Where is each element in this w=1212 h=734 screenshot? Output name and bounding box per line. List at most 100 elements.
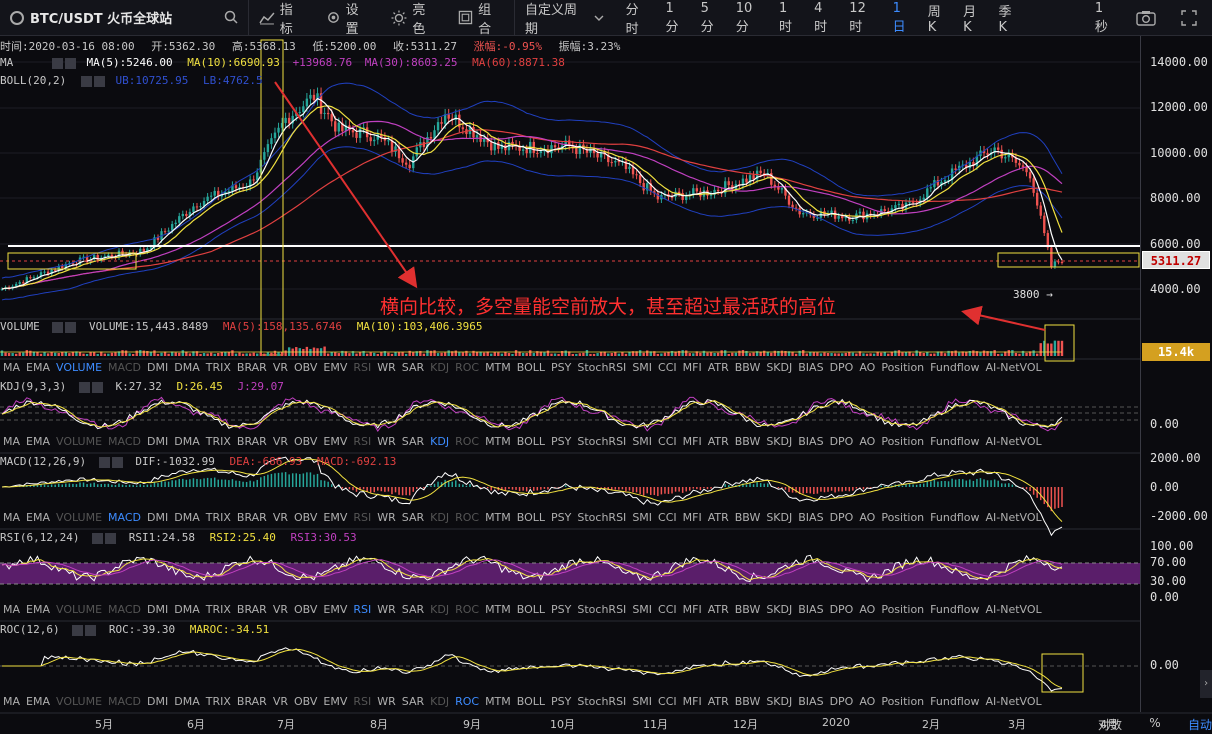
tab-dpo[interactable]: DPO [827,603,857,616]
tab-bias[interactable]: BIAS [795,603,826,616]
tab-dpo[interactable]: DPO [827,361,857,374]
tab-kdj[interactable]: KDJ [427,361,452,374]
log-scale-toggle[interactable]: 对数 [1098,716,1122,733]
tab-ema[interactable]: EMA [23,603,53,616]
tab-ai-netvol[interactable]: AI-NetVOL [982,695,1044,708]
tab-trix[interactable]: TRIX [203,511,234,524]
tab-mtm[interactable]: MTM [482,435,514,448]
tab-ao[interactable]: AO [856,435,878,448]
tab-dma[interactable]: DMA [171,511,203,524]
tab-skdj[interactable]: SKDJ [763,435,795,448]
tab-ao[interactable]: AO [856,695,878,708]
tab-macd[interactable]: MACD [105,435,144,448]
tab-atr[interactable]: ATR [705,435,732,448]
tab-fundflow[interactable]: Fundflow [927,361,982,374]
tab-ma[interactable]: MA [0,511,23,524]
tab-roc[interactable]: ROC [452,361,482,374]
kdj-settings-icon[interactable] [78,381,90,393]
tab-brar[interactable]: BRAR [234,435,270,448]
tab-dma[interactable]: DMA [171,435,203,448]
tab-dma[interactable]: DMA [171,361,203,374]
tab-cci[interactable]: CCI [655,511,680,524]
tab-bias[interactable]: BIAS [795,435,826,448]
tab-boll[interactable]: BOLL [514,435,548,448]
tab-trix[interactable]: TRIX [203,695,234,708]
tab-wr[interactable]: WR [374,435,399,448]
tab-rsi[interactable]: RSI [350,511,374,524]
tab-ao[interactable]: AO [856,511,878,524]
tab-sar[interactable]: SAR [399,435,427,448]
tab-volume[interactable]: VOLUME [53,695,105,708]
tab-volume[interactable]: VOLUME [53,361,105,374]
tab-skdj[interactable]: SKDJ [763,603,795,616]
tab-ema[interactable]: EMA [23,435,53,448]
tab-bbw[interactable]: BBW [732,511,764,524]
tab-roc[interactable]: ROC [452,435,482,448]
tab-mfi[interactable]: MFI [680,435,705,448]
tab-volume[interactable]: VOLUME [53,603,105,616]
tab-obv[interactable]: OBV [291,435,320,448]
tab-dpo[interactable]: DPO [827,695,857,708]
tab-emv[interactable]: EMV [320,695,350,708]
tab-macd[interactable]: MACD [105,361,144,374]
tab-brar[interactable]: BRAR [234,603,270,616]
tab-mfi[interactable]: MFI [680,361,705,374]
volume-settings-icon[interactable] [52,321,64,333]
tab-ai-netvol[interactable]: AI-NetVOL [982,603,1044,616]
tab-bias[interactable]: BIAS [795,695,826,708]
tab-smi[interactable]: SMI [629,695,655,708]
tab-obv[interactable]: OBV [291,603,320,616]
tab-obv[interactable]: OBV [291,511,320,524]
tab-cci[interactable]: CCI [655,695,680,708]
tab-psy[interactable]: PSY [548,361,574,374]
tab-psy[interactable]: PSY [548,603,574,616]
tab-position[interactable]: Position [878,435,927,448]
tab-dmi[interactable]: DMI [144,435,171,448]
tab-obv[interactable]: OBV [291,695,320,708]
tab-mfi[interactable]: MFI [680,695,705,708]
tab-dma[interactable]: DMA [171,695,203,708]
tab-macd[interactable]: MACD [105,695,144,708]
tab-dma[interactable]: DMA [171,603,203,616]
boll-settings-icon[interactable] [80,75,92,87]
tab-cci[interactable]: CCI [655,435,680,448]
tab-wr[interactable]: WR [374,361,399,374]
tab-psy[interactable]: PSY [548,435,574,448]
tab-smi[interactable]: SMI [629,603,655,616]
tab-boll[interactable]: BOLL [514,361,548,374]
tab-bbw[interactable]: BBW [732,435,764,448]
tab-ma[interactable]: MA [0,435,23,448]
tab-vr[interactable]: VR [270,511,291,524]
tab-emv[interactable]: EMV [320,603,350,616]
tab-skdj[interactable]: SKDJ [763,511,795,524]
kdj-close-icon[interactable] [91,381,103,393]
tab-sar[interactable]: SAR [399,695,427,708]
tab-skdj[interactable]: SKDJ [763,695,795,708]
tab-fundflow[interactable]: Fundflow [927,511,982,524]
scroll-right-handle[interactable]: › [1200,670,1212,698]
tab-dmi[interactable]: DMI [144,603,171,616]
ma-close-icon[interactable] [64,57,76,69]
tab-dmi[interactable]: DMI [144,511,171,524]
tab-smi[interactable]: SMI [629,511,655,524]
tab-rsi[interactable]: RSI [350,435,374,448]
tab-stochrsi[interactable]: StochRSI [574,435,629,448]
tab-vr[interactable]: VR [270,695,291,708]
tab-ema[interactable]: EMA [23,695,53,708]
tab-wr[interactable]: WR [374,511,399,524]
tab-bbw[interactable]: BBW [732,361,764,374]
tab-rsi[interactable]: RSI [350,603,374,616]
tab-trix[interactable]: TRIX [203,603,234,616]
macd-close-icon[interactable] [111,456,123,468]
tab-bias[interactable]: BIAS [795,361,826,374]
macd-settings-icon[interactable] [98,456,110,468]
tab-skdj[interactable]: SKDJ [763,361,795,374]
boll-close-icon[interactable] [93,75,105,87]
rsi-settings-icon[interactable] [92,532,104,544]
tab-kdj[interactable]: KDJ [427,435,452,448]
tab-macd[interactable]: MACD [105,511,144,524]
tab-psy[interactable]: PSY [548,511,574,524]
tab-rsi[interactable]: RSI [350,361,374,374]
tab-vr[interactable]: VR [270,435,291,448]
tab-mfi[interactable]: MFI [680,511,705,524]
